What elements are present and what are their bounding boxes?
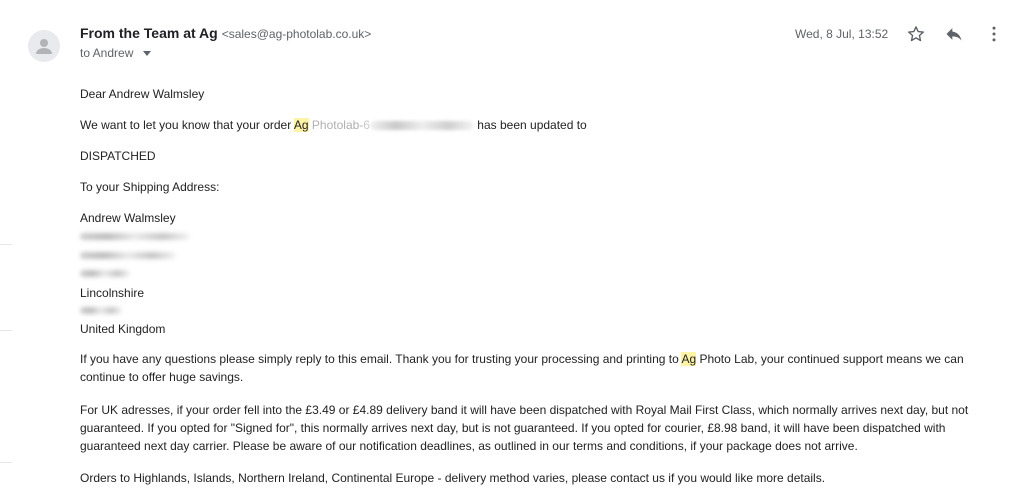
recipient-details[interactable]: to Andrew [80,46,151,60]
support-paragraph: If you have any questions please simply … [80,350,1000,386]
redacted-address-line [80,252,176,259]
redacted-address-line [80,233,190,240]
international-paragraph: Orders to Highlands, Islands, Northern I… [80,471,826,485]
order-text-pre: We want to let you know that your order [80,118,294,132]
star-icon [906,24,928,44]
greeting: Dear Andrew Walmsley [80,87,205,101]
delivery-paragraph: For UK adresses, if your order fell into… [80,403,969,453]
divider [0,330,12,331]
star-button[interactable] [906,24,928,46]
recipient-label: to Andrew [80,46,134,60]
highlighted-text: Ag [681,352,697,366]
address-county: Lincolnshire [80,286,145,300]
redacted-postcode [80,307,122,314]
order-number-masked: 6 [363,118,370,132]
order-status: DISPATCHED [80,149,156,163]
reply-icon [944,24,966,44]
reply-button[interactable] [944,24,966,46]
sender-email: <sales@ag-photolab.co.uk> [221,27,372,41]
more-vert-icon [984,24,1006,44]
highlighted-text: Ag [293,118,309,132]
sender-name[interactable]: From the Team at Ag [80,25,218,41]
sender-line: From the Team at Ag <sales@ag-photolab.co… [80,25,371,43]
redacted-order-number [369,121,474,131]
order-text-mid: Photolab- [308,118,364,132]
order-text-post: has been updated to [473,118,587,132]
divider [0,244,12,245]
shipping-label: To your Shipping Address: [80,180,220,194]
avatar[interactable] [28,30,60,62]
support-text-pre: If you have any questions please simply … [80,352,682,366]
order-update-line: We want to let you know that your order … [80,116,1000,134]
address-country: United Kingdom [80,322,166,336]
divider [0,462,12,463]
caret-down-icon[interactable] [142,45,151,59]
redacted-address-line [80,270,130,277]
address-name: Andrew Walmsley [80,211,176,225]
message-date: Wed, 8 Jul, 13:52 [795,27,889,41]
more-options-button[interactable] [984,24,1006,46]
